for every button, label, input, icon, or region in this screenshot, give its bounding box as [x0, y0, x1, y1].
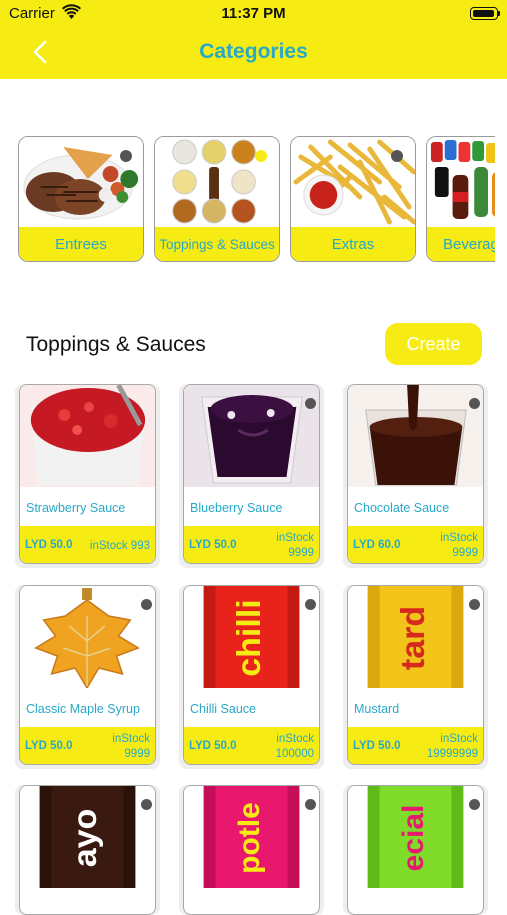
product-card[interactable]: tard Mustard LYD 50.0 inStock 19999999 — [343, 585, 488, 769]
category-selected-dot — [255, 150, 267, 162]
product-indicator-dot — [305, 799, 316, 810]
category-label: Beverages — [427, 227, 495, 261]
product-info-bar: LYD 50.0 inStock 9999 — [184, 526, 319, 563]
product-price: LYD 50.0 — [353, 740, 401, 752]
product-indicator-dot — [141, 799, 152, 810]
product-indicator-dot — [305, 599, 316, 610]
product-name: Strawberry Sauce — [26, 501, 126, 515]
product-stock: inStock 9999 — [440, 532, 478, 559]
product-image: ayo — [20, 786, 155, 888]
product-card[interactable]: Chocolate Sauce LYD 60.0 inStock 9999 — [343, 384, 488, 568]
category-indicator-dot — [391, 150, 403, 162]
product-image — [348, 385, 483, 487]
product-indicator-dot — [305, 398, 316, 409]
product-card[interactable]: Strawberry Sauce LYD 50.0 inStock 993 — [15, 384, 160, 568]
product-card[interactable]: Blueberry Sauce LYD 50.0 inStock 9999 — [179, 384, 324, 568]
product-name: Mustard — [354, 702, 400, 716]
battery-icon — [470, 7, 500, 20]
bottle-label-text: ayo — [66, 809, 104, 868]
category-card-beverages[interactable]: Beverages — [426, 136, 495, 262]
bottle-label-text: ecial — [397, 805, 430, 872]
product-image: potle — [184, 786, 319, 888]
bottle-label-text: tard — [394, 606, 432, 670]
section-title: Toppings & Sauces — [26, 333, 206, 356]
product-stock: inStock 19999999 — [426, 733, 478, 760]
product-indicator-dot — [141, 599, 152, 610]
category-card-entrees[interactable]: Entrees — [18, 136, 144, 262]
create-button[interactable]: Create — [385, 323, 482, 365]
product-stock: inStock 993 — [89, 540, 150, 552]
page-title: Categories — [199, 40, 308, 63]
product-indicator-dot — [469, 599, 480, 610]
product-info-bar: LYD 50.0 inStock 993 — [20, 526, 155, 563]
product-name: Blueberry Sauce — [190, 501, 283, 515]
category-indicator-dot — [120, 150, 132, 162]
product-price: LYD 60.0 — [353, 539, 401, 551]
category-label: Entrees — [19, 227, 143, 261]
product-price: LYD 50.0 — [25, 539, 73, 551]
beverages-image — [427, 137, 495, 227]
product-name: Classic Maple Syrup — [26, 702, 140, 716]
product-info-bar: LYD 50.0 inStock 9999 — [20, 727, 155, 764]
product-info-bar: LYD 50.0 inStock 19999999 — [348, 727, 483, 764]
category-card-toppings-sauces[interactable]: Toppings & Sauces — [154, 136, 280, 262]
product-image — [184, 385, 319, 487]
product-stock: inStock 9999 — [276, 532, 314, 559]
product-stock: inStock 100000 — [275, 733, 314, 760]
product-price: LYD 50.0 — [25, 740, 73, 752]
header-bar: Carrier 11:37 PM Categories — [0, 0, 507, 79]
status-time: 11:37 PM — [221, 5, 286, 22]
product-card[interactable]: potle — [179, 785, 324, 915]
product-indicator-dot — [469, 799, 480, 810]
product-card[interactable]: ecial — [343, 785, 488, 915]
product-name: Chocolate Sauce — [354, 501, 450, 515]
product-price: LYD 50.0 — [189, 740, 237, 752]
bottle-label-text: potle — [233, 802, 266, 874]
product-price: LYD 50.0 — [189, 539, 237, 551]
status-bar: Carrier 11:37 PM — [0, 0, 507, 28]
category-label: Extras — [291, 227, 415, 261]
product-image — [20, 385, 155, 487]
product-card[interactable]: Classic Maple Syrup LYD 50.0 inStock 9999 — [15, 585, 160, 769]
product-card[interactable]: chilli Chilli Sauce LYD 50.0 inStock 1000… — [179, 585, 324, 769]
product-image: ecial — [348, 786, 483, 888]
product-image — [20, 586, 155, 688]
category-card-extras[interactable]: Extras — [290, 136, 416, 262]
bottle-label-text: chilli — [230, 599, 268, 676]
product-card[interactable]: ayo — [15, 785, 160, 915]
product-stock: inStock 9999 — [112, 733, 150, 760]
product-info-bar: LYD 50.0 inStock 100000 — [184, 727, 319, 764]
product-name: Chilli Sauce — [190, 702, 257, 716]
product-indicator-dot — [469, 398, 480, 409]
product-image: chilli — [184, 586, 319, 688]
product-image: tard — [348, 586, 483, 688]
category-label: Toppings & Sauces — [155, 227, 279, 261]
category-carousel[interactable]: Entrees Toppings & Sauces Extras Bevera — [14, 133, 495, 265]
product-info-bar: LYD 60.0 inStock 9999 — [348, 526, 483, 563]
